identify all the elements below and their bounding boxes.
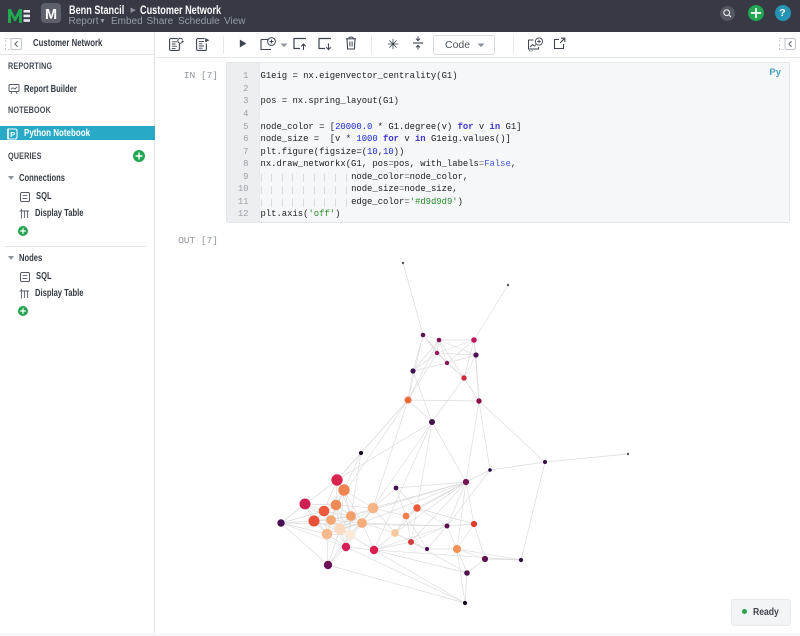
svg-text:P: P <box>10 130 15 139</box>
